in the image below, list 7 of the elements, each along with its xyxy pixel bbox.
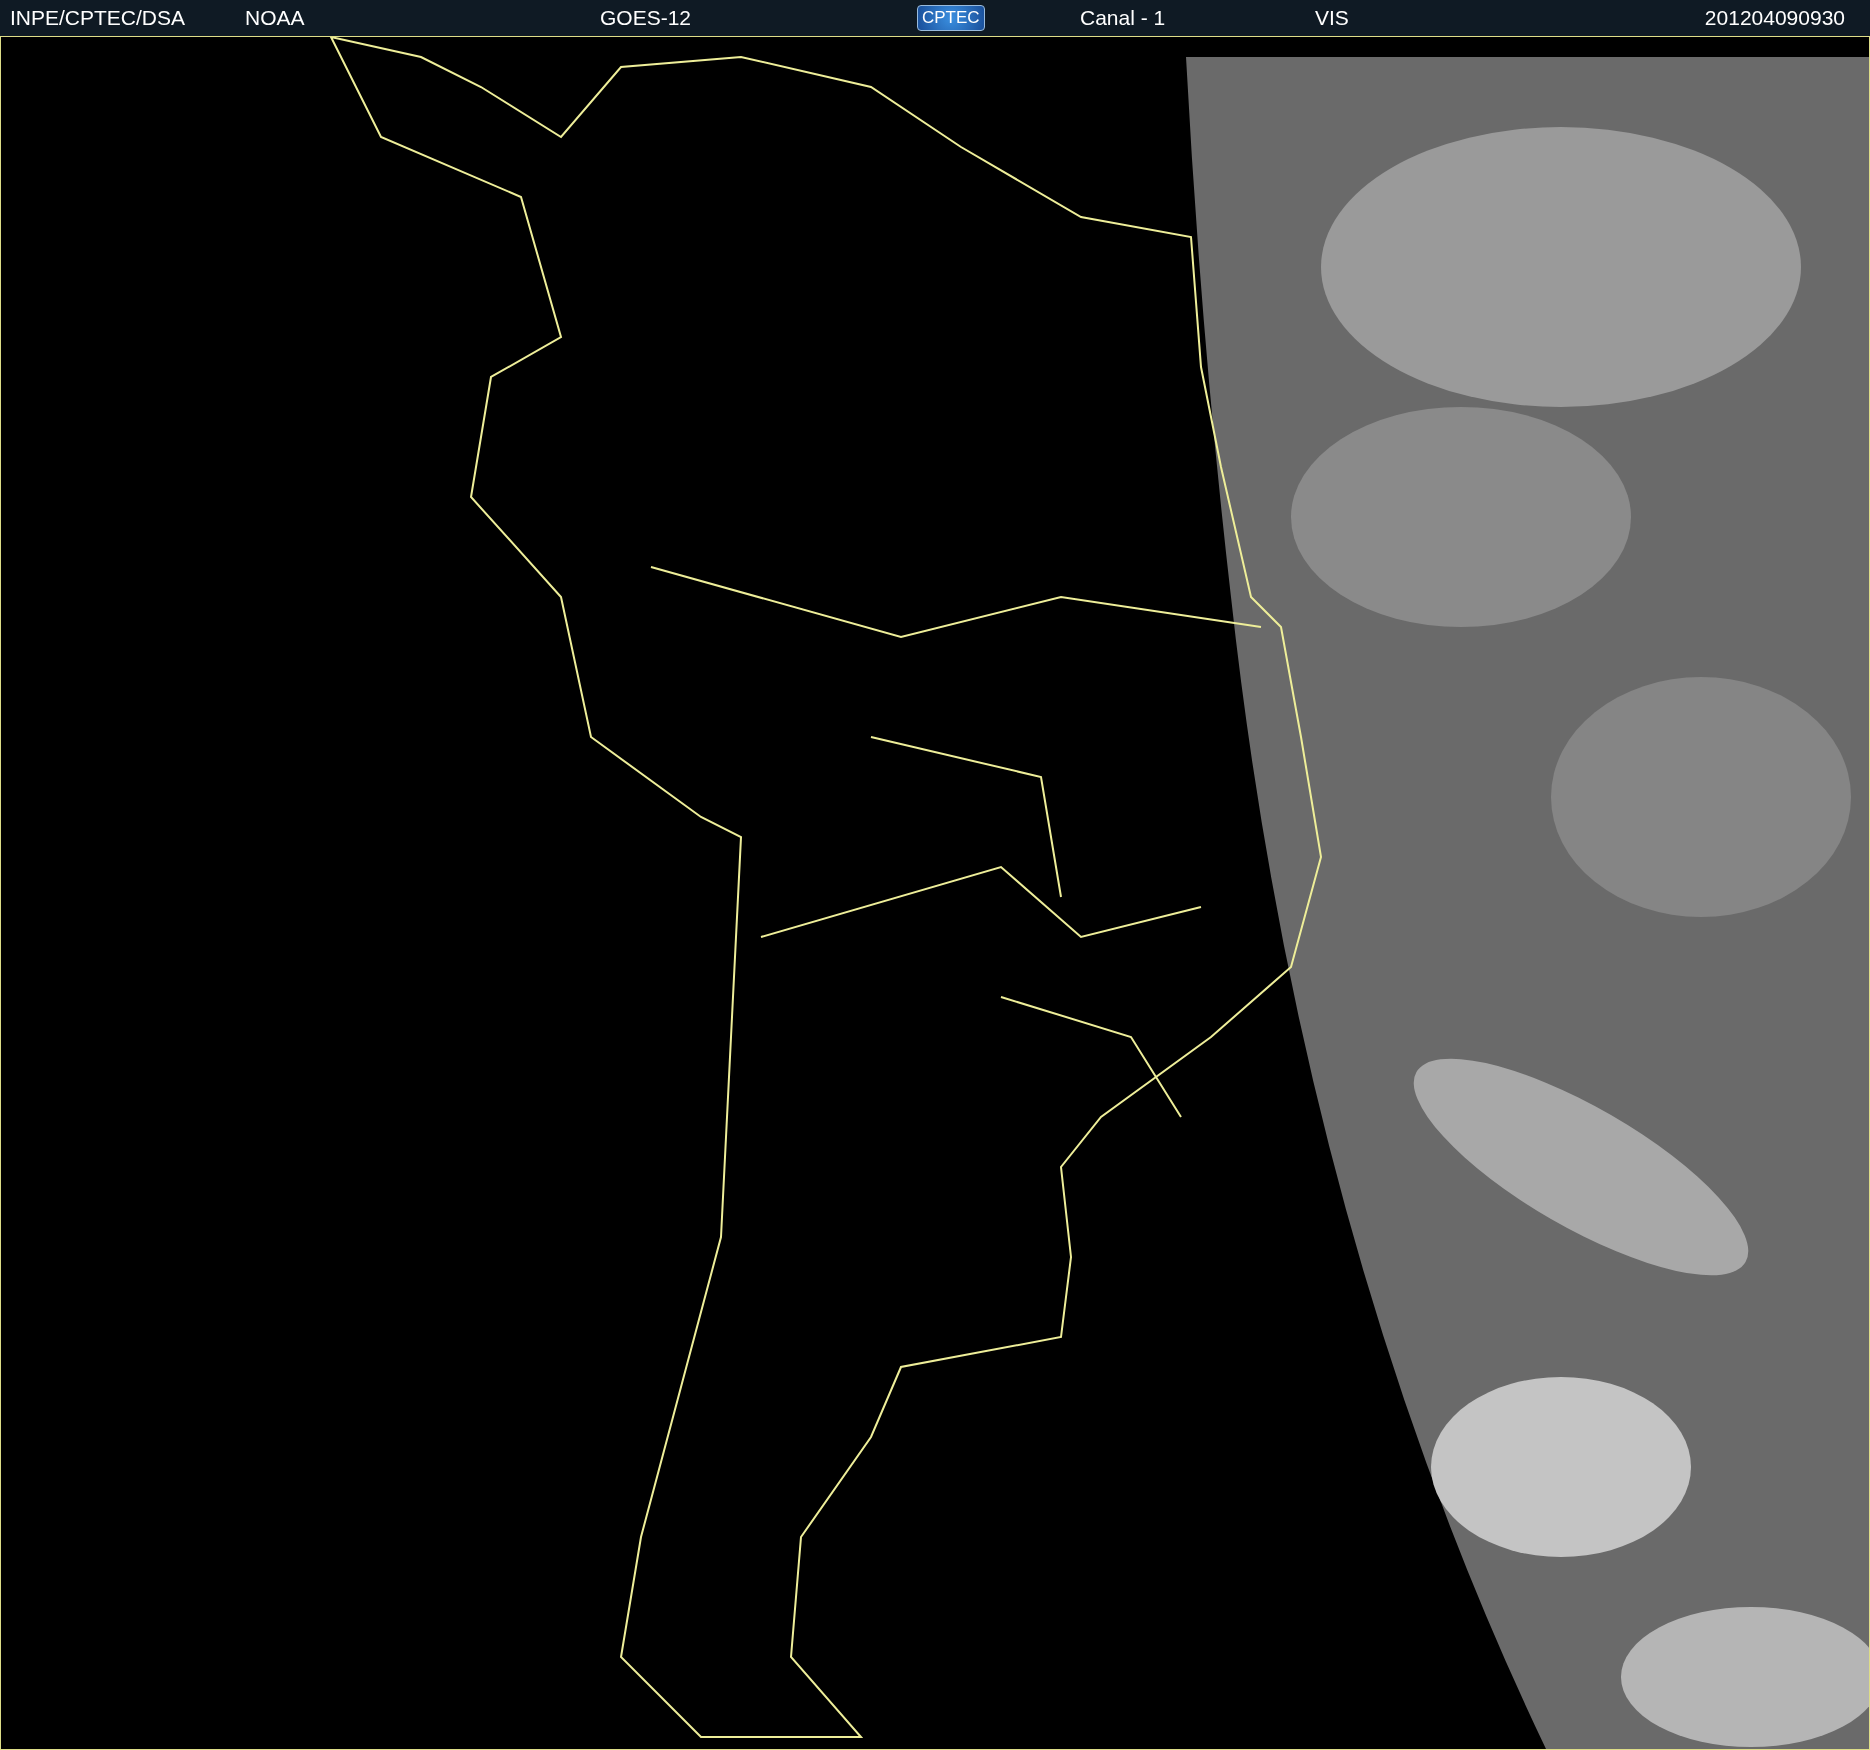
logo: CPTEC: [917, 5, 985, 31]
satellite-label: GOES-12: [600, 6, 693, 30]
source-label: INPE/CPTEC/DSA: [10, 6, 187, 30]
timestamp-label: 201204090930: [1704, 6, 1845, 30]
channel-label: Canal - 1: [1080, 6, 1167, 30]
band-label: VIS: [1315, 6, 1350, 30]
agency-label: NOAA: [245, 6, 306, 30]
